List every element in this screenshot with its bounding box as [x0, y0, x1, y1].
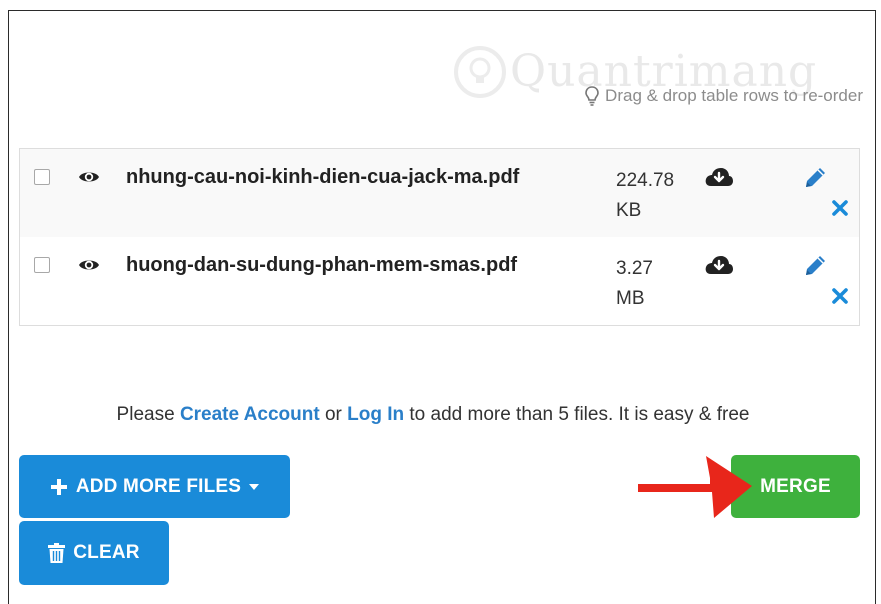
reorder-hint: Drag & drop table rows to re-order — [585, 86, 863, 106]
lightbulb-icon — [585, 86, 599, 106]
add-more-files-button[interactable]: ADD MORE FILES — [19, 455, 290, 518]
notice-suffix: to add more than 5 files. It is easy & f… — [409, 404, 750, 425]
row-select-checkbox[interactable] — [34, 257, 50, 273]
edit-pencil-icon[interactable] — [802, 165, 828, 191]
file-size-unit: KB — [616, 200, 642, 221]
file-size: 224.78 KB — [616, 166, 696, 226]
clear-button[interactable]: CLEAR — [19, 521, 169, 585]
file-size-unit: MB — [616, 288, 645, 309]
edit-pencil-icon[interactable] — [802, 253, 828, 279]
remove-x-icon[interactable] — [831, 199, 849, 217]
file-size-value: 224.78 — [616, 170, 675, 191]
clear-label: CLEAR — [73, 542, 140, 563]
notice-prefix: Please — [116, 404, 175, 425]
row-select-checkbox[interactable] — [34, 169, 50, 185]
trash-icon — [48, 543, 66, 563]
table-row[interactable]: nhung-cau-noi-kinh-dien-cua-jack-ma.pdf … — [20, 149, 859, 237]
eye-icon[interactable] — [78, 257, 100, 273]
plus-icon — [50, 478, 67, 495]
remove-x-icon[interactable] — [831, 287, 849, 305]
account-notice: Please Create Account or Log In to add m… — [0, 404, 866, 426]
reorder-hint-text: Drag & drop table rows to re-order — [605, 86, 863, 105]
eye-icon[interactable] — [78, 169, 100, 185]
file-size-value: 3.27 — [616, 258, 653, 279]
file-name: huong-dan-su-dung-phan-mem-smas.pdf — [126, 254, 518, 276]
file-name: nhung-cau-noi-kinh-dien-cua-jack-ma.pdf — [126, 166, 520, 188]
table-row[interactable]: huong-dan-su-dung-phan-mem-smas.pdf 3.27… — [20, 237, 859, 325]
merge-button[interactable]: MERGE — [731, 455, 860, 518]
caret-down-icon — [249, 483, 260, 490]
file-table: nhung-cau-noi-kinh-dien-cua-jack-ma.pdf … — [19, 148, 860, 326]
add-more-files-label: ADD MORE FILES — [75, 475, 242, 497]
notice-or: or — [324, 404, 342, 425]
merge-label: MERGE — [760, 475, 831, 497]
log-in-link[interactable]: Log In — [347, 404, 404, 425]
create-account-link[interactable]: Create Account — [180, 404, 320, 425]
cloud-download-icon[interactable] — [704, 166, 734, 188]
file-size: 3.27 MB — [616, 254, 696, 314]
cloud-download-icon[interactable] — [704, 254, 734, 276]
